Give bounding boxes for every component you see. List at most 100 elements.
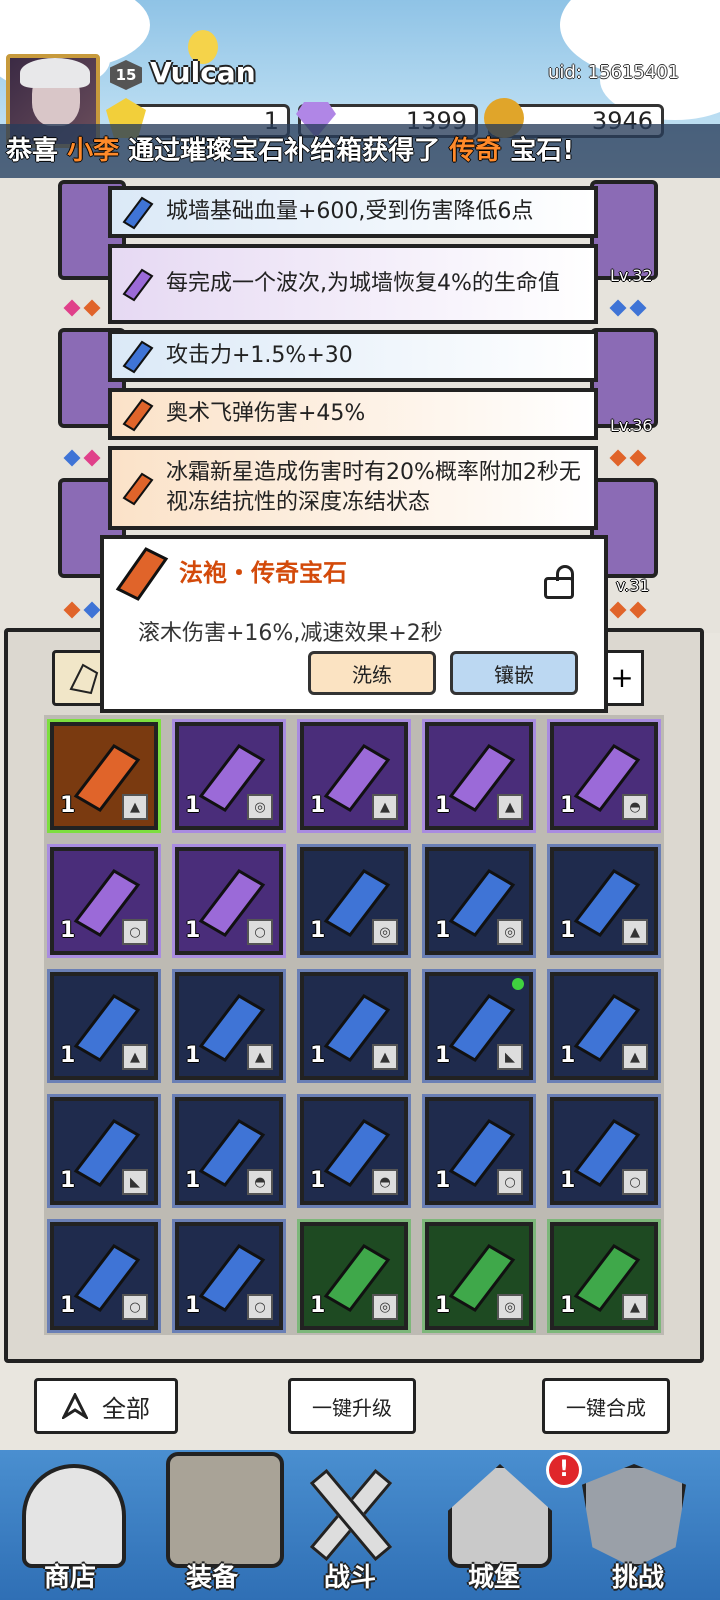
gem-stat-row: 城墙基础血量+600,受到伤害降低6点 [108,186,598,238]
gem-tooltip: 法袍・传奇宝石 滚木伤害+16%,减速效果+2秒 洗练 镶嵌 [100,535,608,713]
player-uid: uid: 15615401 [548,62,680,83]
filter-all-label: 全部 [102,1394,150,1423]
filter-all-button[interactable]: 全部 [34,1378,178,1434]
gem-quantity: 1 [560,1293,576,1318]
gem-cell[interactable]: 1 ◓ [547,719,661,833]
robe-slot-icon: ▲ [622,919,648,945]
nav-battle-label: 战斗 [323,1563,376,1593]
ring-slot-icon: ◎ [497,919,523,945]
broadcast-rarity: 传奇 [449,136,502,166]
gem-cell[interactable]: 1 ◎ [297,1219,411,1333]
hat-slot-icon: ◓ [622,794,648,820]
broadcast-player: 小李 [67,136,120,166]
alert-badge: ! [546,1452,582,1488]
nav-battle[interactable]: 战斗 [290,1557,410,1594]
ring-slot-icon: ◎ [247,794,273,820]
gem-quantity: 1 [185,1293,201,1318]
tooltip-description: 滚木伤害+16%,减速效果+2秒 [138,621,443,646]
gem-cell[interactable]: 1 ▲ [172,969,286,1083]
gem-quantity: 1 [435,1168,451,1193]
gem-cell[interactable]: 1 ◓ [172,1094,286,1208]
boots-slot-icon: ◣ [122,1169,148,1195]
gem-cell[interactable]: 1 ▲ [47,719,161,833]
gem-quantity: 1 [560,793,576,818]
gem-stat-row: 奥术飞弹伤害+45% [108,388,598,440]
upgrade-all-button[interactable]: 一键升级 [288,1378,416,1434]
nav-shop[interactable]: 商店 [10,1557,130,1594]
equip-level-2: Lv.36 [610,416,653,435]
purple-gem-icon [122,268,154,302]
equip-level-3: v.31 [616,576,650,595]
nav-shop-label: 商店 [43,1563,96,1593]
gem-cell[interactable]: 1 ◓ [297,1094,411,1208]
triangle-up-icon [62,1393,88,1419]
broadcast-suffix: 宝石! [501,136,575,166]
shop-icon [22,1464,126,1568]
gem-quantity: 1 [310,1293,326,1318]
gem-quantity: 1 [60,1293,76,1318]
broadcast-prefix: 恭喜 [6,136,68,166]
equip-slot-right-2[interactable] [590,328,658,428]
gem-cell[interactable]: 1 ○ [47,1219,161,1333]
gem-quantity: 1 [185,1168,201,1193]
crossed-swords-icon [300,1464,396,1562]
gem-quantity: 1 [560,918,576,943]
gem-stat-row: 攻击力+1.5%+30 [108,330,598,382]
upgrade-all-label: 一键升级 [312,1395,392,1420]
necklace-slot-icon: ○ [622,1169,648,1195]
gem-cell[interactable]: 1 ▲ [297,969,411,1083]
gem-cell[interactable]: 1 ◣ [47,1094,161,1208]
gem-cell[interactable]: 1 ○ [172,844,286,958]
gem-cell[interactable]: 1 ◎ [172,719,286,833]
gem-cell[interactable]: 1 ▲ [547,844,661,958]
robe-slot-icon: ▲ [622,1294,648,1320]
nav-challenge[interactable]: 挑战 [578,1557,698,1594]
gem-cell[interactable]: 1 ◎ [422,844,536,958]
broadcast-middle: 通过璀璨宝石补给箱获得了 [119,136,450,166]
nav-equipment-label: 装备 [185,1563,238,1593]
orange-gem-icon [122,472,154,506]
gem-quantity: 1 [60,1043,76,1068]
gem-stat-row: 冰霜新星造成伤害时有20%概率附加2秒无视冻结抗性的深度冻结状态 [108,446,598,530]
ring-slot-icon: ◎ [497,1294,523,1320]
inlay-button[interactable]: 镶嵌 [450,651,578,695]
gem-cell[interactable]: 1 ○ [47,844,161,958]
gem-cell[interactable]: 1 ▲ [547,969,661,1083]
robe-slot-icon: ▲ [372,1044,398,1070]
challenge-shield-icon [582,1464,686,1568]
gem-cell[interactable]: 1 ▲ [422,719,536,833]
reroll-button[interactable]: 洗练 [308,651,436,695]
gem-cell[interactable]: 1 ○ [547,1094,661,1208]
tooltip-title: 法袍・传奇宝石 [179,559,347,587]
gem-quantity: 1 [60,1168,76,1193]
necklace-slot-icon: ○ [497,1169,523,1195]
robe-slot-icon: ▲ [122,794,148,820]
nav-castle[interactable]: 城堡 [434,1557,554,1594]
castle-icon [448,1464,552,1568]
necklace-slot-icon: ○ [247,1294,273,1320]
nav-equipment[interactable]: 装备 [152,1557,272,1594]
gem-stat-text: 攻击力+1.5%+30 [166,343,353,368]
gem-quantity: 1 [185,1043,201,1068]
gem-cell[interactable]: 1 ▲ [297,719,411,833]
alert-badge-text: ! [558,1457,570,1482]
inlay-button-label: 镶嵌 [494,662,534,687]
gem-cell[interactable]: 1 ▲ [47,969,161,1083]
hat-slot-icon: ◓ [372,1169,398,1195]
reroll-button-label: 洗练 [352,662,392,687]
gem-cell[interactable]: 1 ▲ [547,1219,661,1333]
unlock-icon[interactable] [542,565,578,599]
gem-quantity: 1 [60,918,76,943]
gem-cell[interactable]: 1 ◎ [297,844,411,958]
player-name: Vulcan [150,56,256,89]
merge-all-button[interactable]: 一键合成 [542,1378,670,1434]
equip-slot-right-1[interactable] [590,180,658,280]
nav-castle-label: 城堡 [467,1563,520,1593]
gem-stat-text: 冰霜新星造成伤害时有20%概率附加2秒无视冻结抗性的深度冻结状态 [166,460,581,515]
gem-cell[interactable]: 1 ○ [172,1219,286,1333]
gem-cell[interactable]: 1 ○ [422,1094,536,1208]
gem-cell[interactable]: 1 ◎ [422,1219,536,1333]
gem-quantity: 1 [560,1043,576,1068]
plus-icon: + [610,661,634,694]
gem-quantity: 1 [435,1293,451,1318]
